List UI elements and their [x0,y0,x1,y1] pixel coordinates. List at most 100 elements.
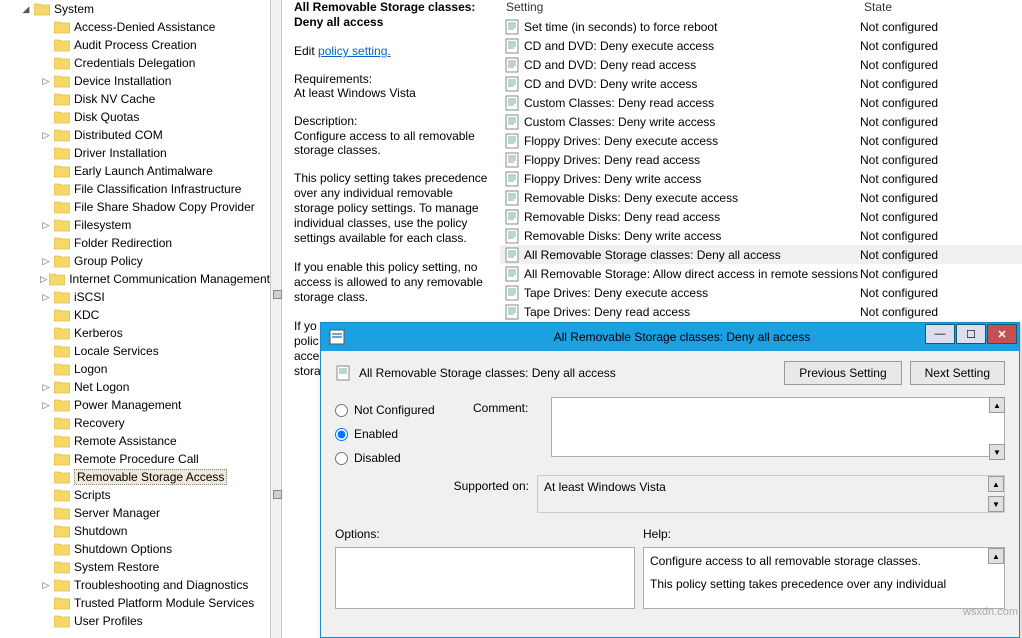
expand-icon[interactable]: ▷ [40,291,52,303]
setting-row[interactable]: Custom Classes: Deny read accessNot conf… [500,93,1022,112]
tree-item[interactable]: ▷Scripts [0,486,270,504]
minimize-button[interactable]: — [925,324,955,344]
tree-item-system[interactable]: ◢ System [0,0,270,18]
tree-item[interactable]: ▷Remote Assistance [0,432,270,450]
setting-row[interactable]: Removable Disks: Deny execute accessNot … [500,188,1022,207]
setting-state: Not configured [860,115,1000,129]
close-button[interactable]: ✕ [987,324,1017,344]
tree-item[interactable]: ▷User Profiles [0,612,270,630]
policy-icon [504,285,520,301]
expand-icon[interactable]: ▷ [40,273,47,285]
scroll-down-icon[interactable]: ▼ [988,496,1004,512]
radio-disabled-input[interactable] [335,452,348,465]
splitter[interactable] [270,0,282,638]
tree-item[interactable]: ▷Remote Procedure Call [0,450,270,468]
expand-icon[interactable]: ▷ [40,399,52,411]
tree-item[interactable]: ▷Removable Storage Access [0,468,270,486]
policy-setting-link[interactable]: policy setting. [318,44,391,58]
expand-icon[interactable]: ▷ [40,75,52,87]
dialog-titlebar[interactable]: All Removable Storage classes: Deny all … [321,323,1019,351]
tree-item[interactable]: ▷Folder Redirection [0,234,270,252]
expand-icon[interactable]: ▷ [40,255,52,267]
setting-state: Not configured [860,305,1000,319]
folder-icon [54,110,70,124]
setting-name: Floppy Drives: Deny read access [524,153,860,167]
radio-disabled[interactable]: Disabled [335,451,465,465]
tree-item[interactable]: ▷Disk Quotas [0,108,270,126]
comment-textarea[interactable] [551,397,1005,457]
tree-item[interactable]: ▷Access-Denied Assistance [0,18,270,36]
tree-item[interactable]: ▷Credentials Delegation [0,54,270,72]
tree-item[interactable]: ▷Early Launch Antimalware [0,162,270,180]
tree-item[interactable]: ▷Power Management [0,396,270,414]
folder-icon [54,434,70,448]
collapse-icon[interactable]: ◢ [20,3,32,15]
scroll-up-icon[interactable]: ▲ [988,548,1004,564]
tree-item[interactable]: ▷Net Logon [0,378,270,396]
tree-item[interactable]: ▷File Share Shadow Copy Provider [0,198,270,216]
tree-item[interactable]: ▷Server Manager [0,504,270,522]
tree-item[interactable]: ▷Troubleshooting and Diagnostics [0,576,270,594]
setting-row[interactable]: All Removable Storage classes: Deny all … [500,245,1022,264]
maximize-button[interactable]: ☐ [956,324,986,344]
folder-icon [54,326,70,340]
setting-row[interactable]: Custom Classes: Deny write accessNot con… [500,112,1022,131]
setting-row[interactable]: Tape Drives: Deny execute accessNot conf… [500,283,1022,302]
setting-row[interactable]: Removable Disks: Deny write accessNot co… [500,226,1022,245]
tree-item[interactable]: ▷File Classification Infrastructure [0,180,270,198]
expand-icon[interactable]: ▷ [40,129,52,141]
tree-item[interactable]: ▷Group Policy [0,252,270,270]
setting-row[interactable]: CD and DVD: Deny read accessNot configur… [500,55,1022,74]
setting-row[interactable]: Floppy Drives: Deny write accessNot conf… [500,169,1022,188]
previous-setting-button[interactable]: Previous Setting [784,361,901,385]
tree-item[interactable]: ▷KDC [0,306,270,324]
col-header-setting[interactable]: Setting [500,0,860,17]
setting-row[interactable]: Floppy Drives: Deny read accessNot confi… [500,150,1022,169]
next-setting-button[interactable]: Next Setting [910,361,1005,385]
policy-icon [504,57,520,73]
expand-icon[interactable]: ▷ [40,381,52,393]
help-box: Configure access to all removable storag… [643,547,1005,609]
tree-item[interactable]: ▷Recovery [0,414,270,432]
folder-icon [54,20,70,34]
tree-item[interactable]: ▷Filesystem [0,216,270,234]
radio-not-configured[interactable]: Not Configured [335,403,465,417]
tree-item[interactable]: ▷Logon [0,360,270,378]
setting-row[interactable]: Floppy Drives: Deny execute accessNot co… [500,131,1022,150]
radio-not-configured-input[interactable] [335,404,348,417]
tree-item[interactable]: ▷ Internet Communication Management [0,270,270,288]
setting-row[interactable]: CD and DVD: Deny write accessNot configu… [500,74,1022,93]
radio-enabled[interactable]: Enabled [335,427,465,441]
radio-enabled-input[interactable] [335,428,348,441]
scroll-down-icon[interactable]: ▼ [989,444,1005,460]
scroll-up-icon[interactable]: ▲ [989,397,1005,413]
tree-item[interactable]: ▷Driver Installation [0,144,270,162]
tree-item[interactable]: ▷Disk NV Cache [0,90,270,108]
col-header-state[interactable]: State [860,0,1000,17]
tree-item[interactable]: ▷Device Installation [0,72,270,90]
tree-item[interactable]: ▷Kerberos [0,324,270,342]
policy-icon [504,95,520,111]
tree-item[interactable]: ▷System Restore [0,558,270,576]
expand-icon[interactable]: ▷ [40,219,52,231]
setting-row[interactable]: Removable Disks: Deny read accessNot con… [500,207,1022,226]
expand-icon[interactable]: ▷ [40,579,52,591]
setting-row[interactable]: Tape Drives: Deny read accessNot configu… [500,302,1022,321]
setting-name: Removable Disks: Deny execute access [524,191,860,205]
setting-row[interactable]: All Removable Storage: Allow direct acce… [500,264,1022,283]
dialog-controls: — ☐ ✕ [924,324,1017,344]
tree-item[interactable]: ▷Audit Process Creation [0,36,270,54]
tree-item[interactable]: ▷Distributed COM [0,126,270,144]
tree-item[interactable]: ▷Shutdown [0,522,270,540]
tree-item[interactable]: ▷Locale Services [0,342,270,360]
tree-label: Remote Procedure Call [74,452,199,466]
scroll-up-icon[interactable]: ▲ [988,476,1004,492]
setting-row[interactable]: CD and DVD: Deny execute accessNot confi… [500,36,1022,55]
tree-item[interactable]: ▷iSCSI [0,288,270,306]
tree-item[interactable]: ▷Trusted Platform Module Services [0,594,270,612]
tree-label: Internet Communication Management [69,272,270,286]
setting-name: All Removable Storage: Allow direct acce… [524,267,860,281]
setting-row[interactable]: Set time (in seconds) to force rebootNot… [500,17,1022,36]
tree-item[interactable]: ▷Shutdown Options [0,540,270,558]
folder-icon [54,38,70,52]
